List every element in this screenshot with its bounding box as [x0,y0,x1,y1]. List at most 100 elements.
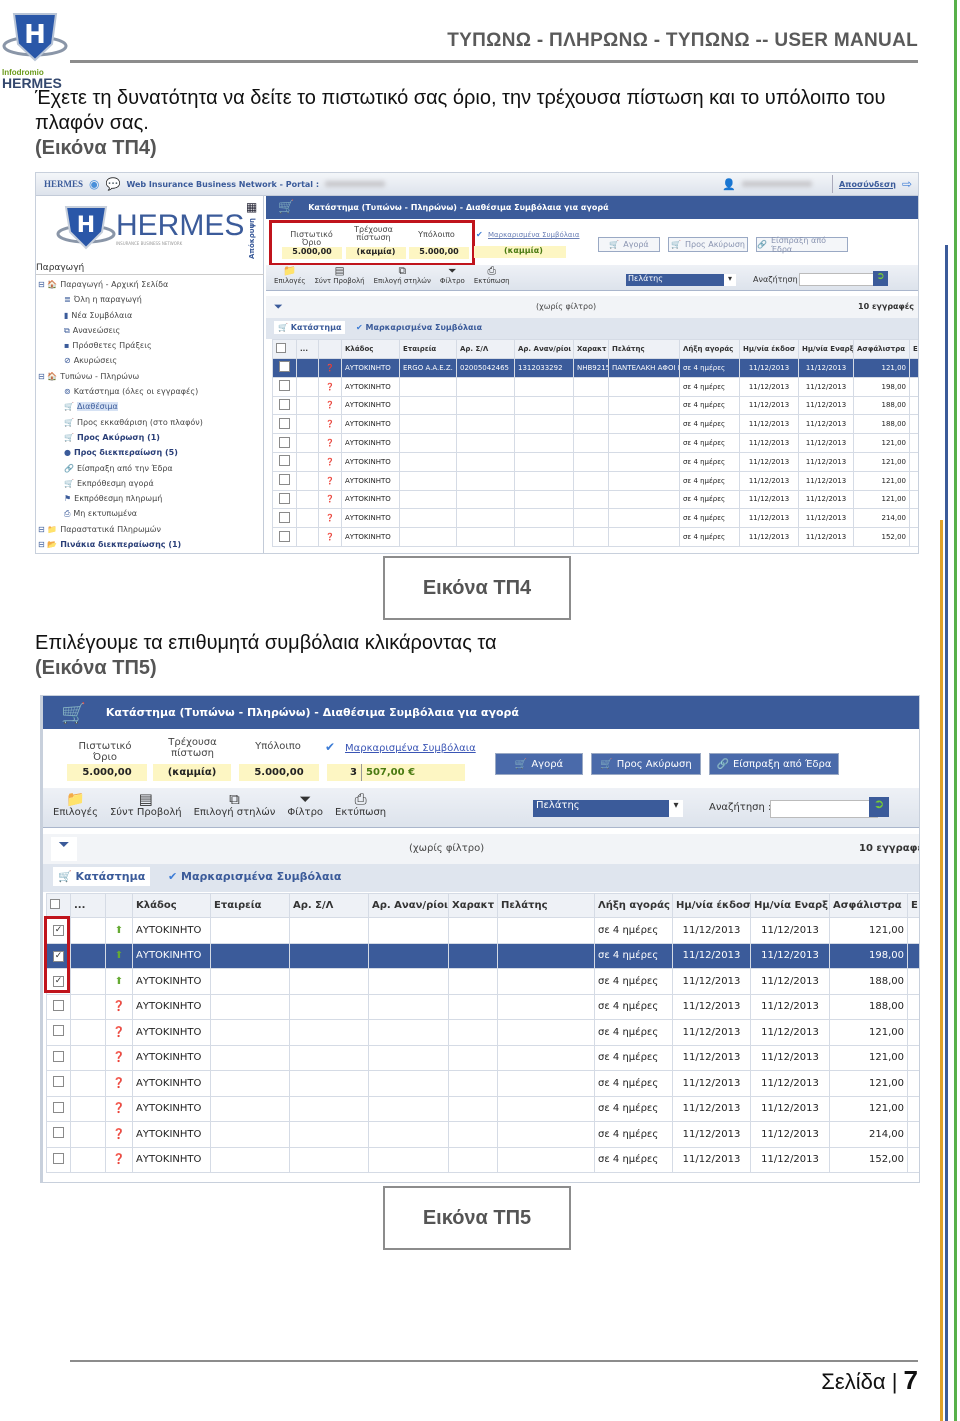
table-row[interactable]: ❓ ΑΥΤΟΚΙΝΗΤΟ σε 4 ημέρες 11/12/2013 11/12/20… [272,451,918,472]
toolbar-filter[interactable]: ⏷ Φίλτρο [440,266,465,285]
row-checkbox[interactable] [53,1101,64,1113]
action-button-3[interactable]: 🔗 Είσπραξη από Έδρα [756,236,848,254]
sidebar-item[interactable]: ▮ Νέα Συμβόλαια [38,311,262,326]
column-header[interactable]: Ε [909,339,918,359]
column-header[interactable] [105,893,133,918]
row-checkbox[interactable] [53,1076,64,1088]
sidebar-item[interactable]: 🛒 Εκπρόθεσμη αγορά [38,479,262,494]
sidebar-item[interactable]: ⊚ Κατάστημα (όλες οι εγγραφές) [38,387,262,402]
filter-icon[interactable]: ⏷ [274,300,283,314]
sidebar-item[interactable]: 🛒 Διαθέσιμα [38,402,262,417]
toolbar-folder[interactable]: 📁 Επιλογές [274,266,305,285]
column-header[interactable]: Ασφάλιστρα [853,339,910,359]
sidebar-item[interactable]: ⊟ 📁 Παραστατικά Πληρωμών [38,525,262,540]
select-all-checkbox[interactable] [276,343,286,353]
row-checkbox[interactable] [279,398,290,410]
marked-contracts-link[interactable]: Μαρκαρισμένα Συμβόλαια [488,231,580,239]
table-row[interactable]: ❓ ΑΥΤΟΚΙΝΗΤΟ σε 4 ημέρες 11/12/2013 11/12/20… [272,489,918,510]
table-row[interactable]: ❓ ΑΥΤΟΚΙΝΗΤΟ σε 4 ημέρες 11/12/2013 11/12/20… [46,1095,919,1122]
chevron-down-icon[interactable]: ▾ [669,800,683,817]
column-header[interactable]: Λήξη αγοράς [679,339,740,359]
table-row[interactable]: ❓ ΑΥΤΟΚΙΝΗΤΟ σε 4 ημέρες 11/12/2013 11/12/20… [46,993,919,1020]
table-row[interactable]: ✓ ⬆ ΑΥΤΟΚΙΝΗΤΟ σε 4 ημέρες 11/12/2013 11/12/2… [46,942,919,969]
row-checkbox[interactable] [279,492,290,504]
column-header[interactable]: Κλάδος [132,893,211,918]
sidebar-item[interactable]: 🛒 Προς εκκαθάριση (στο πλαφόν) [38,418,262,433]
column-header[interactable]: ... [70,893,106,918]
search-input[interactable] [770,800,878,818]
expand-toggle-icon[interactable]: ⊟ [38,540,47,549]
select-all-checkbox[interactable] [50,899,60,909]
sidebar-item[interactable]: ● Προς διεκπεραίωση (5) [38,448,262,463]
sidebar-item[interactable]: ⊟ 📂 Πινάκια διεκπεραίωσης (1) [38,540,262,553]
tab-marked[interactable]: ✔ Μαρκαρισμένα Συμβόλαια [168,870,341,883]
globe-icon[interactable]: ◉ [89,177,99,191]
table-row[interactable]: ❓ ΑΥΤΟΚΙΝΗΤΟ σε 4 ημέρες 11/12/2013 11/12/20… [46,1146,919,1173]
row-checkbox[interactable] [279,511,290,523]
column-header[interactable]: Αρ. Αναν/ρίοι [368,893,449,918]
toolbar-layout[interactable]: ▤ Σύντ Προβολή [314,266,364,285]
column-header[interactable]: Αρ. Σ/Λ [289,893,369,918]
column-header[interactable] [318,339,342,359]
action-button-1[interactable]: 🛒 Αγορά [495,753,583,775]
column-header[interactable]: Ημ/νία Εναρξ [798,339,854,359]
search-go-icon[interactable]: ➲ [869,797,889,817]
table-row[interactable]: ❓ ΑΥΤΟΚΙΝΗΤΟ σε 4 ημέρες 11/12/2013 11/12/20… [46,1019,919,1046]
action-button-1[interactable]: 🛒 Αγορά [598,237,660,252]
column-header[interactable]: ... [296,339,319,359]
row-checkbox[interactable] [279,361,290,373]
sidebar-item[interactable]: ⧉ Ανανεώσεις [38,326,262,341]
table-row[interactable]: ❓ ΑΥΤΟΚΙΝΗΤΟ σε 4 ημέρες 11/12/2013 11/12/20… [272,395,918,416]
row-checkbox[interactable] [53,1127,64,1139]
row-checkbox[interactable] [53,999,64,1011]
table-row[interactable]: ❓ ΑΥΤΟΚΙΝΗΤΟ ERGO A.A.E.Z. 02005042465 13120… [272,358,918,378]
table-row[interactable]: ✓ ⬆ ΑΥΤΟΚΙΝΗΤΟ σε 4 ημέρες 11/12/2013 11/12/2… [46,968,919,995]
column-header[interactable]: Ασφάλιστρα [829,893,908,918]
toolbar-columns[interactable]: ⧉ Επιλογή στηλών [374,266,431,285]
column-header[interactable]: Αρ. Σ/Λ [456,339,515,359]
column-header[interactable]: Ημ/νία Εναρξ [750,893,830,918]
expand-toggle-icon[interactable]: ⊟ [38,280,47,289]
grid-menu-icon[interactable]: ▦ [246,200,257,214]
toolbar-printer[interactable]: ⎙ Εκτύπωση [335,792,386,819]
row-checkbox[interactable] [279,417,290,429]
action-button-2[interactable]: 🛒 Προς Ακύρωση [668,237,748,252]
search-go-icon[interactable]: ➲ [873,271,888,286]
table-row[interactable]: ❓ ΑΥΤΟΚΙΝΗΤΟ σε 4 ημέρες 11/12/2013 11/12/20… [272,376,918,397]
username-blurred[interactable] [741,181,812,187]
row-checkbox[interactable] [279,380,290,392]
chevron-down-icon[interactable]: ▾ [724,274,736,286]
column-header[interactable]: Πελάτης [608,339,680,359]
filter-icon[interactable]: ⏷ [51,837,77,861]
logout-link[interactable]: Αποσύνδεση [839,180,896,189]
table-row[interactable]: ❓ ΑΥΤΟΚΙΝΗΤΟ σε 4 ημέρες 11/12/2013 11/12/20… [272,470,918,491]
toolbar-layout[interactable]: ▤ Σύντ Προβολή [110,792,182,819]
tab-store[interactable]: 🛒 Κατάστημα [274,321,346,334]
expand-toggle-icon[interactable]: ⊟ [38,372,47,381]
row-checkbox[interactable] [279,436,290,448]
column-header[interactable]: Ημ/νία έκδοσ [739,339,799,359]
row-checkbox[interactable] [53,1152,64,1164]
column-header[interactable]: Κλάδος [341,339,400,359]
toolbar-printer[interactable]: ⎙ Εκτύπωση [474,266,510,285]
action-button-3[interactable]: 🔗 Είσπραξη από Έδρα [709,753,839,775]
row-checkbox[interactable] [53,1025,64,1037]
table-row[interactable]: ❓ ΑΥΤΟΚΙΝΗΤΟ σε 4 ημέρες 11/12/2013 11/12/20… [272,433,918,453]
tab-store[interactable]: 🛒 Κατάστημα [53,867,151,886]
table-row[interactable]: ❓ ΑΥΤΟΚΙΝΗΤΟ σε 4 ημέρες 11/12/2013 11/12/20… [46,1044,919,1071]
sidebar-item[interactable]: ⎙ Μη εκτυπωμένα [38,509,262,524]
tab-marked[interactable]: ✔ Μαρκαρισμένα Συμβόλαια [356,323,482,332]
hide-sidebar-toggle[interactable]: Απόκρυψη [248,218,256,259]
table-row[interactable]: ✓ ⬆ ΑΥΤΟΚΙΝΗΤΟ σε 4 ημέρες 11/12/2013 11/12/2… [46,917,919,944]
column-header[interactable]: Ημ/νία έκδοσ [672,893,751,918]
search-input[interactable] [799,273,874,286]
table-row[interactable]: ❓ ΑΥΤΟΚΙΝΗΤΟ σε 4 ημέρες 11/12/2013 11/12/20… [272,508,918,529]
sidebar-item[interactable]: ▪ Πρόσθετες Πράξεις [38,341,262,356]
sidebar-item[interactable]: 🛒 Προς Ακύρωση (1) [38,433,262,448]
table-row[interactable]: ❓ ΑΥΤΟΚΙΝΗΤΟ σε 4 ημέρες 11/12/2013 11/12/20… [46,1121,919,1148]
column-header[interactable]: Λήξη αγοράς [594,893,673,918]
expand-toggle-icon[interactable]: ⊟ [38,525,47,534]
logout-icon[interactable]: ⇨ [902,177,912,191]
column-header[interactable]: Χαρακτ [573,339,609,359]
table-row[interactable]: ❓ ΑΥΤΟΚΙΝΗΤΟ σε 4 ημέρες 11/12/2013 11/12/20… [272,414,918,435]
